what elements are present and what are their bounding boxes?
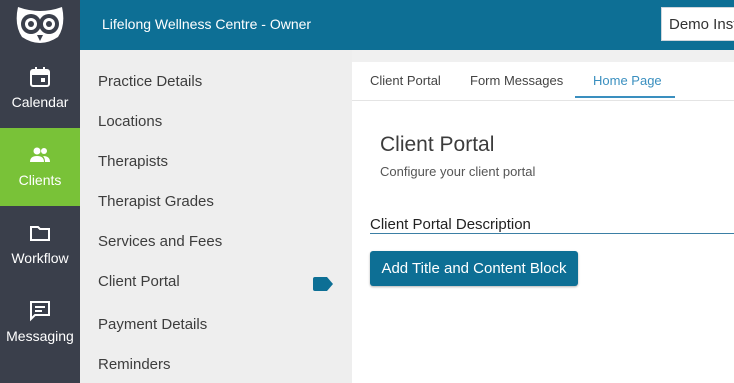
app-rail: Calendar Clients Workflow Messaging — [0, 0, 80, 383]
message-icon — [30, 301, 50, 322]
nav-calendar[interactable]: Calendar — [0, 50, 80, 128]
account-selector[interactable]: Demo Inst — [661, 7, 734, 41]
owl-logo[interactable] — [0, 0, 80, 50]
add-title-content-block-button[interactable]: Add Title and Content Block — [370, 251, 578, 286]
nav-clients-label: Clients — [18, 172, 62, 188]
menu-item-practice-details[interactable]: Practice Details — [98, 73, 202, 90]
tab-home-page[interactable]: Home Page — [593, 73, 662, 88]
menu-item-client-portal[interactable]: Client Portal — [98, 273, 180, 290]
menu-item-locations[interactable]: Locations — [98, 113, 162, 130]
section-divider — [370, 233, 734, 234]
calendar-icon — [30, 67, 50, 87]
nav-clients[interactable]: Clients — [0, 128, 80, 206]
nav-workflow[interactable]: Workflow — [0, 206, 80, 284]
practice-title: Lifelong Wellness Centre - Owner — [102, 16, 312, 32]
active-tab-indicator — [575, 96, 675, 98]
nav-calendar-label: Calendar — [11, 94, 69, 110]
page-subtitle: Configure your client portal — [380, 164, 536, 179]
tab-bar: Client Portal Form Messages Home Page — [352, 62, 734, 101]
menu-item-reminders[interactable]: Reminders — [98, 356, 171, 373]
nav-workflow-label: Workflow — [11, 250, 69, 266]
folder-icon — [30, 226, 50, 241]
settings-menu: Practice Details Locations Therapists Th… — [80, 50, 352, 383]
people-icon — [30, 147, 50, 162]
selected-tag-icon — [313, 277, 333, 291]
tab-client-portal[interactable]: Client Portal — [370, 73, 441, 88]
section-title: Client Portal Description — [370, 216, 531, 233]
menu-item-services-and-fees[interactable]: Services and Fees — [98, 233, 222, 250]
nav-messaging-label: Messaging — [6, 328, 74, 344]
menu-item-therapist-grades[interactable]: Therapist Grades — [98, 193, 214, 210]
top-header: Lifelong Wellness Centre - Owner Demo In… — [80, 0, 734, 50]
menu-item-payment-details[interactable]: Payment Details — [98, 316, 207, 333]
nav-messaging[interactable]: Messaging — [0, 284, 80, 362]
tab-form-messages[interactable]: Form Messages — [470, 73, 563, 88]
page-title: Client Portal — [380, 133, 495, 156]
main-panel: Client Portal Form Messages Home Page Cl… — [352, 62, 734, 383]
owl-logo-icon — [16, 7, 64, 43]
menu-item-therapists[interactable]: Therapists — [98, 153, 168, 170]
